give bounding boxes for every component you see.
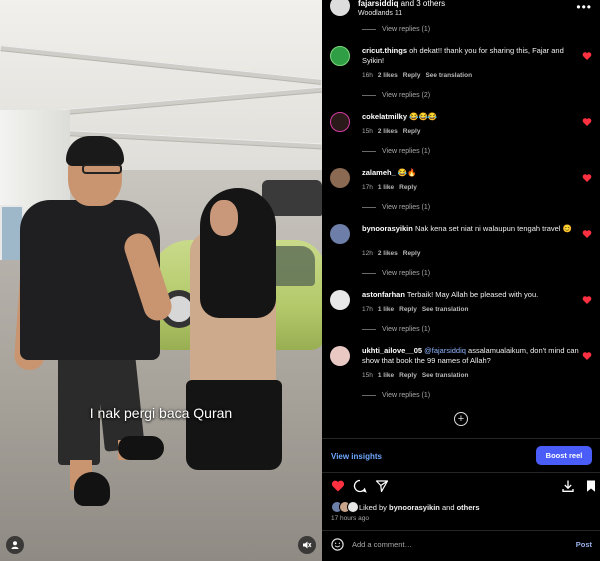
reply-link[interactable]: Reply	[399, 306, 417, 313]
author-line[interactable]: fajarsiddiq and 3 others	[358, 0, 445, 8]
heart-icon[interactable]	[582, 351, 592, 361]
view-insights-link[interactable]: View insights	[331, 452, 382, 461]
comment-meta: 17h 1 like Reply See translation	[362, 306, 469, 313]
comment-meta: 15h 2 likes Reply	[362, 128, 421, 135]
comment-text: ukhti_ailove__05 @fajarsiddiq assalamual…	[362, 346, 579, 365]
view-replies-link[interactable]: View replies (1)	[362, 326, 430, 333]
view-replies-link[interactable]: View replies (1)	[362, 204, 430, 211]
comments-panel: fajarsiddiq and 3 others Woodlands 11 ••…	[322, 0, 600, 561]
likes-count[interactable]: 1 like	[378, 372, 394, 379]
comment-icon[interactable]	[353, 479, 367, 493]
comment-text: zalameh_ 😂🔥	[362, 168, 417, 177]
translate-link[interactable]: See translation	[422, 306, 469, 313]
author-avatar[interactable]	[330, 0, 350, 16]
man-glasses	[82, 164, 122, 174]
comment-text: cricut.things oh dekat!! thank you for s…	[362, 46, 564, 65]
liked-by-text[interactable]: Liked by bynoorasyikin and others	[359, 503, 480, 512]
reply-link[interactable]: Reply	[403, 250, 421, 257]
commenter-avatar[interactable]	[330, 112, 350, 132]
comment-text: cokelatmilky 😂😂😂	[362, 112, 438, 121]
boost-reel-button[interactable]: Boost reel	[536, 446, 592, 465]
location-label[interactable]: Woodlands 11	[358, 10, 402, 17]
tagged-people-icon[interactable]	[6, 536, 24, 554]
view-replies-link[interactable]: View replies (1)	[362, 26, 430, 33]
heart-icon[interactable]	[331, 479, 345, 493]
view-replies-link[interactable]: View replies (2)	[362, 92, 430, 99]
commenter-avatar[interactable]	[330, 290, 350, 310]
commenter-avatar[interactable]	[330, 46, 350, 66]
add-comment-input[interactable]: Add a comment…	[352, 540, 412, 549]
commenter-avatar[interactable]	[330, 224, 350, 244]
commenter-avatar[interactable]	[330, 168, 350, 188]
share-icon[interactable]	[375, 479, 389, 493]
liked-by-avatars[interactable]	[331, 501, 359, 513]
divider	[322, 472, 600, 473]
likes-count[interactable]: 2 likes	[378, 72, 398, 79]
download-icon[interactable]	[561, 479, 575, 493]
woman-face	[210, 200, 238, 236]
heart-icon[interactable]	[582, 173, 592, 183]
man-sandal	[118, 436, 164, 460]
view-replies-link[interactable]: View replies (1)	[362, 392, 430, 399]
reel-video[interactable]: I nak pergi baca Quran	[0, 0, 322, 561]
video-subtitle: I nak pergi baca Quran	[89, 405, 233, 421]
comment-text: astonfarhan Terbaik! May Allah be please…	[362, 290, 539, 299]
mute-icon[interactable]	[298, 536, 316, 554]
likes-count[interactable]: 1 like	[378, 306, 394, 313]
reply-link[interactable]: Reply	[399, 184, 417, 191]
translate-link[interactable]: See translation	[422, 372, 469, 379]
heart-icon[interactable]	[582, 117, 592, 127]
woman-skirt	[186, 380, 282, 470]
post-timestamp: 17 hours ago	[331, 515, 369, 522]
man-hair	[66, 136, 124, 166]
post-header: fajarsiddiq and 3 others Woodlands 11 ••…	[322, 0, 600, 22]
view-replies-link[interactable]: View replies (1)	[362, 148, 430, 155]
bookmark-icon[interactable]	[584, 479, 598, 493]
divider	[322, 438, 600, 439]
comment-text: bynoorasyikin Nak kena set niat ni walau…	[362, 224, 572, 233]
reply-link[interactable]: Reply	[399, 372, 417, 379]
avatar	[347, 501, 359, 513]
comment-meta: 16h 2 likes Reply See translation	[362, 72, 473, 79]
emoji-icon[interactable]	[331, 538, 344, 551]
load-more-comments-icon[interactable]: +	[454, 412, 468, 426]
comment-meta: 12h 2 likes Reply	[362, 250, 421, 257]
likes-count[interactable]: 2 likes	[378, 250, 398, 257]
divider	[322, 530, 600, 531]
heart-icon[interactable]	[582, 229, 592, 239]
translate-link[interactable]: See translation	[425, 72, 472, 79]
likes-count[interactable]: 2 likes	[378, 128, 398, 135]
comment-meta: 17h 1 like Reply	[362, 184, 417, 191]
view-replies-link[interactable]: View replies (1)	[362, 270, 430, 277]
post-button[interactable]: Post	[576, 540, 592, 549]
reply-link[interactable]: Reply	[403, 72, 421, 79]
ellipsis-icon[interactable]: •••	[576, 0, 592, 14]
reply-link[interactable]: Reply	[403, 128, 421, 135]
heart-icon[interactable]	[582, 51, 592, 61]
comment-meta: 15h 1 like Reply See translation	[362, 372, 469, 379]
heart-icon[interactable]	[582, 295, 592, 305]
man-sandal	[74, 472, 110, 506]
likes-count[interactable]: 1 like	[378, 184, 394, 191]
commenter-avatar[interactable]	[330, 346, 350, 366]
